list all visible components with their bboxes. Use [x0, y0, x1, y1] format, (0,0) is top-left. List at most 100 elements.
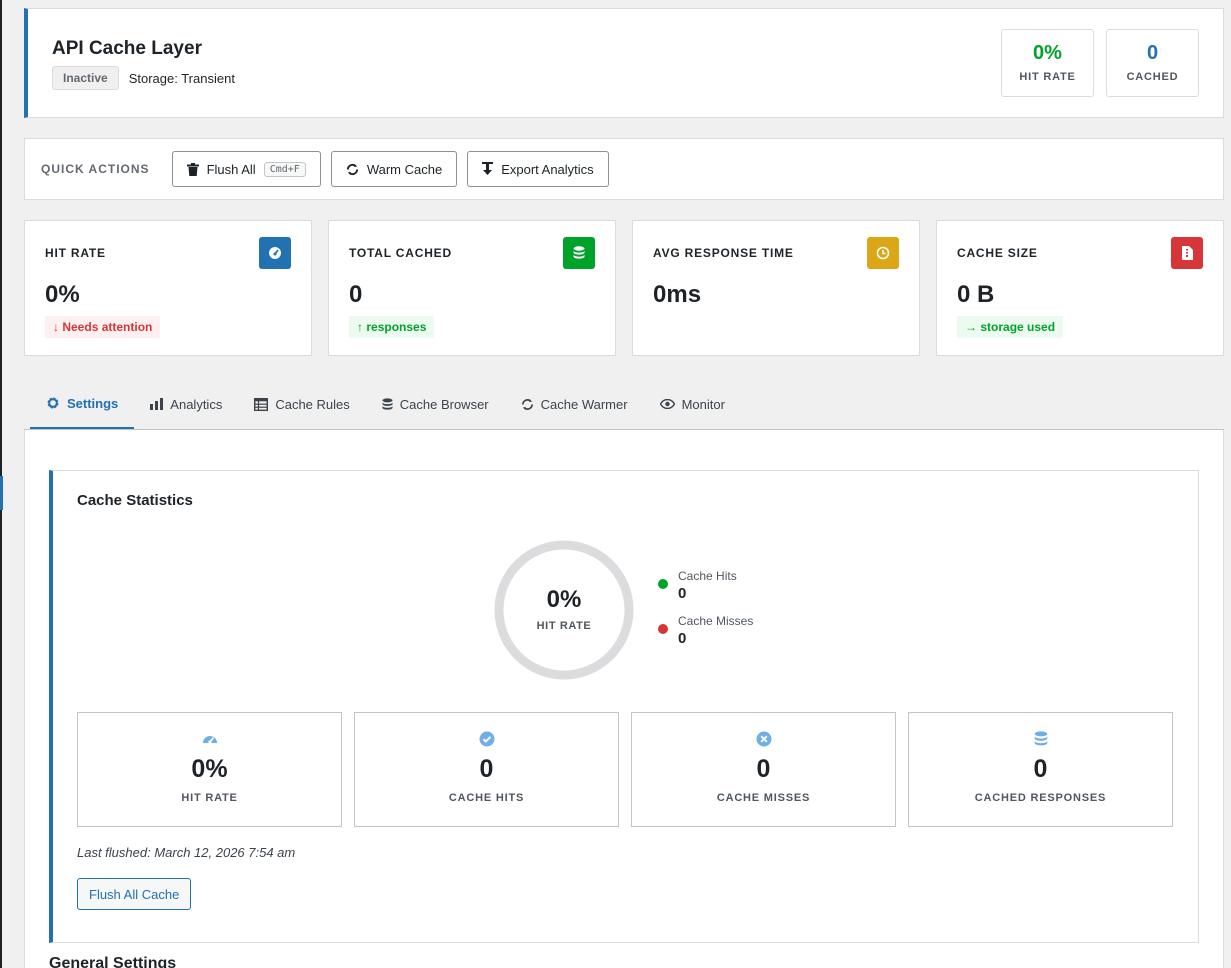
mini-stats-row: 0% HIT RATE 0 CACHE HITS 0 CACHE MISSES: [77, 712, 1173, 827]
trend-text: Needs attention: [62, 320, 153, 334]
database-icon: [382, 397, 393, 410]
page-title: API Cache Layer: [52, 38, 202, 59]
tab-label: Cache Browser: [399, 396, 489, 412]
header-stat-value: 0%: [1033, 42, 1062, 64]
download-icon: [482, 162, 494, 175]
stat-card-label: AVG RESPONSE TIME: [653, 246, 794, 260]
mini-stat-label: CACHE HITS: [448, 792, 525, 804]
legend-value: 0: [678, 630, 687, 647]
arrow-down-icon: ↓: [53, 320, 59, 334]
stat-card-avg-response: AVG RESPONSE TIME 0ms: [632, 220, 920, 356]
refresh-icon: [346, 163, 358, 175]
mini-stat-value: 0: [1033, 755, 1048, 783]
stat-card-trend: ↓ Needs attention: [45, 316, 161, 338]
export-analytics-button[interactable]: Export Analytics: [467, 151, 609, 187]
stat-card-cache-size: CACHE SIZE 0 B → storage used: [936, 220, 1224, 356]
mini-stat-cache-hits: 0 CACHE HITS: [354, 712, 619, 827]
mini-stat-cache-misses: 0 CACHE MISSES: [631, 712, 896, 827]
legend-value: 0: [678, 585, 687, 602]
tab-settings[interactable]: Settings: [30, 379, 135, 429]
tab-label: Monitor: [681, 396, 725, 412]
trash-icon: [186, 162, 199, 176]
legend-name: Cache Misses: [678, 614, 754, 628]
arrow-right-icon: →: [965, 320, 977, 334]
stat-cards: HIT RATE 0% ↓ Needs attention TOTAL CACH…: [24, 220, 1224, 356]
mini-stat-value: 0: [479, 755, 494, 783]
file-icon: [1171, 237, 1203, 269]
database-icon: [909, 731, 1172, 747]
tab-analytics[interactable]: Analytics: [134, 379, 238, 429]
legend-item-hits: Cache Hits 0: [658, 569, 753, 602]
warm-cache-label: Warm Cache: [366, 161, 443, 177]
mini-stat-label: HIT RATE: [181, 792, 238, 804]
screen-edge-accent: [0, 476, 3, 510]
export-analytics-label: Export Analytics: [501, 161, 594, 177]
tab-cache-rules[interactable]: Cache Rules: [238, 379, 365, 429]
clock-icon: [867, 237, 899, 269]
header-stats: 0% HIT RATE 0 CACHED: [1001, 29, 1199, 97]
tab-cache-warmer[interactable]: Cache Warmer: [505, 379, 644, 429]
header-meta: Inactive Storage: Transient: [52, 66, 235, 90]
trend-text: storage used: [980, 320, 1056, 334]
bar-chart-icon: [150, 398, 164, 410]
header-stat-label: HIT RATE: [1019, 71, 1076, 83]
refresh-icon: [521, 398, 533, 410]
stat-card-total-cached: TOTAL CACHED 0 ↑ responses: [328, 220, 616, 356]
tab-label: Cache Rules: [275, 396, 350, 412]
header-stat-label: CACHED: [1126, 71, 1179, 83]
mini-stat-cached-responses: 0 CACHED RESPONSES: [908, 712, 1173, 827]
legend-dot: [658, 579, 668, 589]
eye-icon: [659, 399, 675, 409]
header-card: API Cache Layer Inactive Storage: Transi…: [24, 8, 1224, 118]
mini-stat-hit-rate: 0% HIT RATE: [77, 712, 342, 827]
legend-name: Cache Hits: [678, 569, 737, 583]
x-circle-icon: [632, 731, 895, 747]
stat-card-label: CACHE SIZE: [957, 246, 1038, 260]
shortcut-hint: Cmd+F: [263, 161, 306, 177]
tab-bar: Settings Analytics Cache Rules Cache Bro…: [24, 380, 1224, 430]
flush-all-cache-button[interactable]: Flush All Cache: [77, 878, 192, 910]
quick-actions-bar: QUICK ACTIONS Flush All Cmd+F Warm Cache…: [24, 138, 1224, 200]
stat-card-trend: → storage used: [957, 316, 1064, 338]
header-stat-value: 0: [1146, 42, 1159, 64]
stat-card-value: 0%: [45, 281, 80, 308]
tab-label: Cache Warmer: [540, 396, 628, 412]
donut-label: HIT RATE: [536, 620, 592, 632]
page-wrap: API Cache Layer Inactive Storage: Transi…: [24, 8, 1224, 968]
mini-stat-label: CACHED RESPONSES: [974, 792, 1107, 804]
gauge-icon: [259, 237, 291, 269]
cache-statistics-box: Cache Statistics 0% HIT RATE Cache Hits …: [49, 470, 1199, 943]
stat-card-value: 0 B: [957, 281, 995, 308]
donut-value: 0%: [546, 586, 582, 613]
mini-stat-label: CACHE MISSES: [716, 792, 811, 804]
donut-center: 0% HIT RATE: [493, 586, 635, 632]
stat-card-value: 0: [349, 281, 363, 308]
general-settings-heading: General Settings: [49, 955, 177, 968]
stat-card-trend: ↑ responses: [349, 316, 435, 338]
flush-all-button[interactable]: Flush All Cmd+F: [171, 151, 321, 187]
trend-text: responses: [366, 320, 427, 334]
flush-all-label: Flush All: [206, 161, 256, 177]
last-flushed-text: Last flushed: March 12, 2026 7:54 am: [77, 845, 296, 860]
status-badge: Inactive: [52, 66, 119, 90]
section-title: Cache Statistics: [77, 492, 193, 509]
settings-panel: Cache Statistics 0% HIT RATE Cache Hits …: [24, 430, 1224, 968]
check-circle-icon: [355, 731, 618, 747]
tab-cache-browser[interactable]: Cache Browser: [366, 379, 505, 429]
mini-stat-value: 0%: [191, 755, 228, 783]
storage-label: Storage: Transient: [128, 70, 235, 86]
stat-card-label: TOTAL CACHED: [349, 246, 452, 260]
warm-cache-button[interactable]: Warm Cache: [330, 151, 458, 187]
donut-legend: Cache Hits 0 Cache Misses 0: [658, 569, 753, 659]
header-stat-cached: 0 CACHED: [1106, 29, 1199, 97]
legend-item-misses: Cache Misses 0: [658, 614, 753, 647]
stat-card-hit-rate: HIT RATE 0% ↓ Needs attention: [24, 220, 312, 356]
stat-card-value: 0ms: [653, 281, 702, 308]
mini-stat-value: 0: [756, 755, 771, 783]
stat-card-label: HIT RATE: [45, 246, 106, 260]
legend-dot: [658, 624, 668, 634]
quick-actions-label: QUICK ACTIONS: [41, 162, 150, 176]
table-icon: [254, 397, 269, 411]
tab-monitor[interactable]: Monitor: [644, 379, 741, 429]
gauge-icon: [78, 731, 341, 747]
